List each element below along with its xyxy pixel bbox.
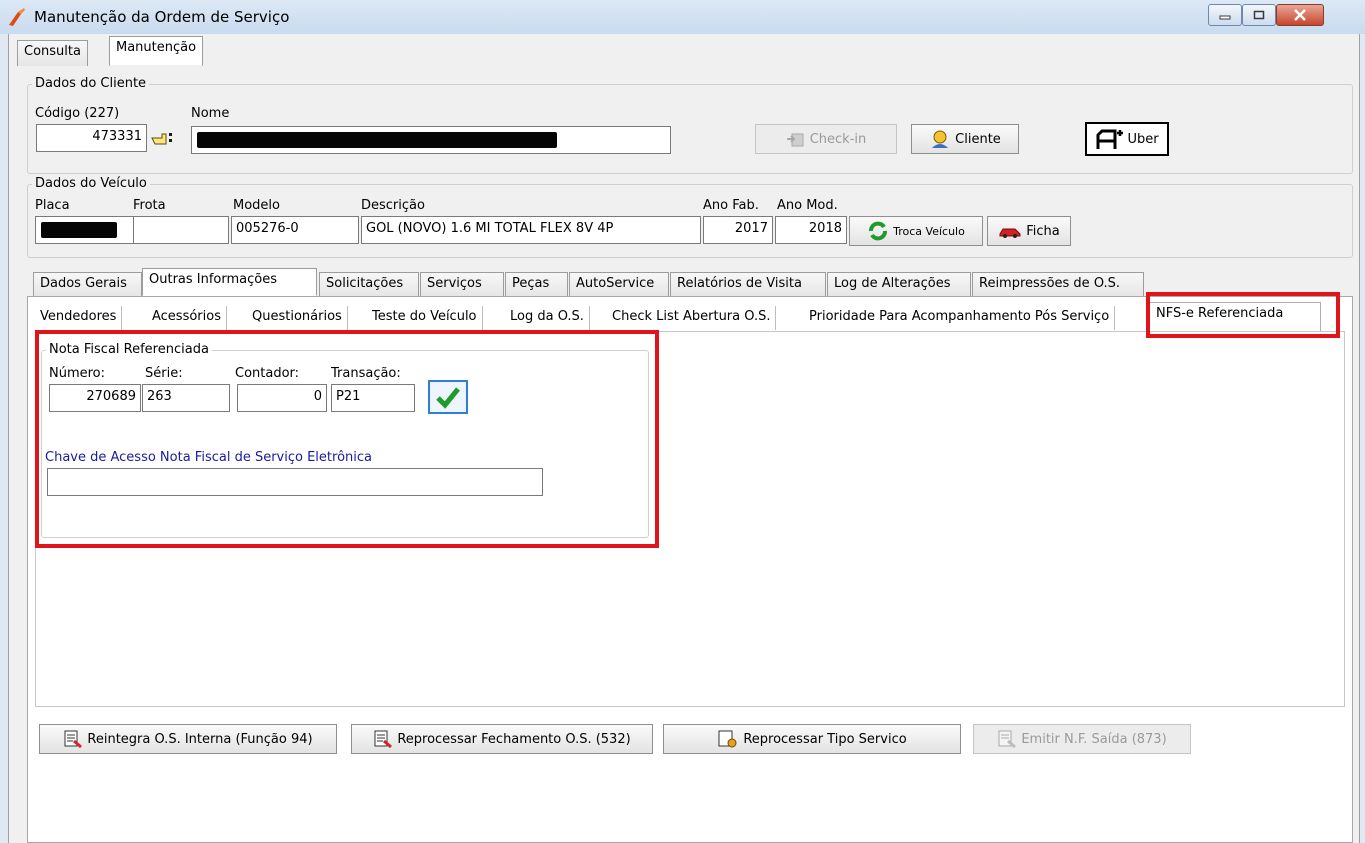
maximize-icon [1253,10,1265,20]
reintegra-button[interactable]: Reintegra O.S. Interna (Função 94) [39,724,337,754]
codigo-field[interactable]: 473331 [36,124,147,152]
modelo-label: Modelo [233,198,280,213]
subtab-acessorios[interactable]: Acessórios [147,306,227,330]
minimize-icon [1219,15,1231,20]
document-arrow-icon [64,730,83,749]
subtab-teste-veiculo[interactable]: Teste do Veículo [367,306,483,330]
person-icon [932,130,949,148]
tab-consulta[interactable]: Consulta [17,40,88,66]
subtab-prioridade[interactable]: Prioridade Para Acompanhamento Pós Servi… [804,306,1116,330]
highlight-box-nfse-tab [1146,292,1340,338]
close-button[interactable] [1276,4,1324,26]
tab-dados-gerais[interactable]: Dados Gerais [33,272,142,296]
window-content: Consulta Manutenção Dados do Cliente Cód… [8,34,1360,843]
hand-pointer-icon [151,133,172,145]
subtab-vendedores[interactable]: Vendedores [35,306,123,330]
maximize-button[interactable] [1242,4,1276,26]
tab-relatorios-visita[interactable]: Relatórios de Visita [670,272,826,296]
ano-mod-field[interactable]: 2018 [775,216,847,244]
nome-label: Nome [191,106,230,121]
window-title: Manutenção da Ordem de Serviço [34,8,290,26]
uber-label: Uber [1127,131,1159,147]
redaction-bar [197,132,557,148]
emitir-nf-label: Emitir N.F. Saída (873) [1021,731,1167,747]
cliente-button[interactable]: Cliente [911,124,1019,154]
car-icon [999,228,1021,238]
tab-solicitacoes[interactable]: Solicitações [319,272,419,296]
cliente-label: Cliente [955,131,1001,147]
emitir-nf-button[interactable]: Emitir N.F. Saída (873) [973,724,1191,754]
redaction-bar [41,222,117,238]
codigo-label: Código (227) [35,106,120,121]
troca-veiculo-button[interactable]: Troca Veículo [849,216,983,246]
tab-manutencao[interactable]: Manutenção [109,36,204,66]
subtab-check-list[interactable]: Check List Abertura O.S. [607,306,777,330]
group-legend-veiculo: Dados do Veículo [32,176,150,191]
minimize-button[interactable] [1208,4,1242,26]
checkin-label: Check-in [809,131,867,147]
reintegra-label: Reintegra O.S. Interna (Função 94) [87,731,313,747]
title-bar: Manutenção da Ordem de Serviço [0,0,1365,34]
descricao-field[interactable]: GOL (NOVO) 1.6 MI TOTAL FLEX 8V 4P [361,216,701,244]
pen-tool-icon [9,8,25,26]
tab-reimpressoes[interactable]: Reimpressões de O.S. [972,272,1144,296]
ano-fab-field[interactable]: 2017 [703,216,773,244]
highlight-box-nota [35,330,659,548]
uber-button[interactable]: Uber [1085,122,1169,156]
refresh-icon [869,221,888,241]
placa-label: Placa [35,198,70,213]
tab-outras-informacoes[interactable]: Outras Informações [142,268,317,296]
troca-veiculo-label: Troca Veículo [893,224,965,238]
ano-mod-label: Ano Mod. [777,198,838,213]
uber-car-icon [1096,129,1124,149]
reprocessar-fechamento-label: Reprocessar Fechamento O.S. (532) [397,731,631,747]
document-gear-icon [718,730,737,748]
descricao-label: Descrição [361,198,425,213]
tab-pecas[interactable]: Peças [505,272,568,296]
close-icon [1294,9,1306,21]
modelo-field[interactable]: 005276-0 [231,216,359,244]
checkin-icon [786,133,804,147]
subtab-questionarios[interactable]: Questionários [247,306,348,330]
group-legend-cliente: Dados do Cliente [32,76,150,91]
reprocessar-tipo-button[interactable]: Reprocessar Tipo Servico [663,724,961,754]
frota-label: Frota [133,198,166,213]
document-arrow-icon [998,730,1017,749]
lookup-button[interactable] [147,126,177,152]
reprocessar-fechamento-button[interactable]: Reprocessar Fechamento O.S. (532) [351,724,653,754]
tab-autoservice[interactable]: AutoService [569,272,669,296]
ficha-label: Ficha [1026,223,1060,239]
frota-field[interactable] [133,216,229,244]
ficha-button[interactable]: Ficha [987,216,1071,246]
ano-fab-label: Ano Fab. [703,198,759,213]
checkin-button[interactable]: Check-in [755,124,897,154]
tab-servicos[interactable]: Serviços [420,272,504,296]
reprocessar-tipo-label: Reprocessar Tipo Servico [743,731,907,747]
document-arrow-icon [374,730,393,749]
subtab-log-os[interactable]: Log da O.S. [505,306,590,330]
tab-log-alteracoes[interactable]: Log de Alterações [827,272,971,296]
